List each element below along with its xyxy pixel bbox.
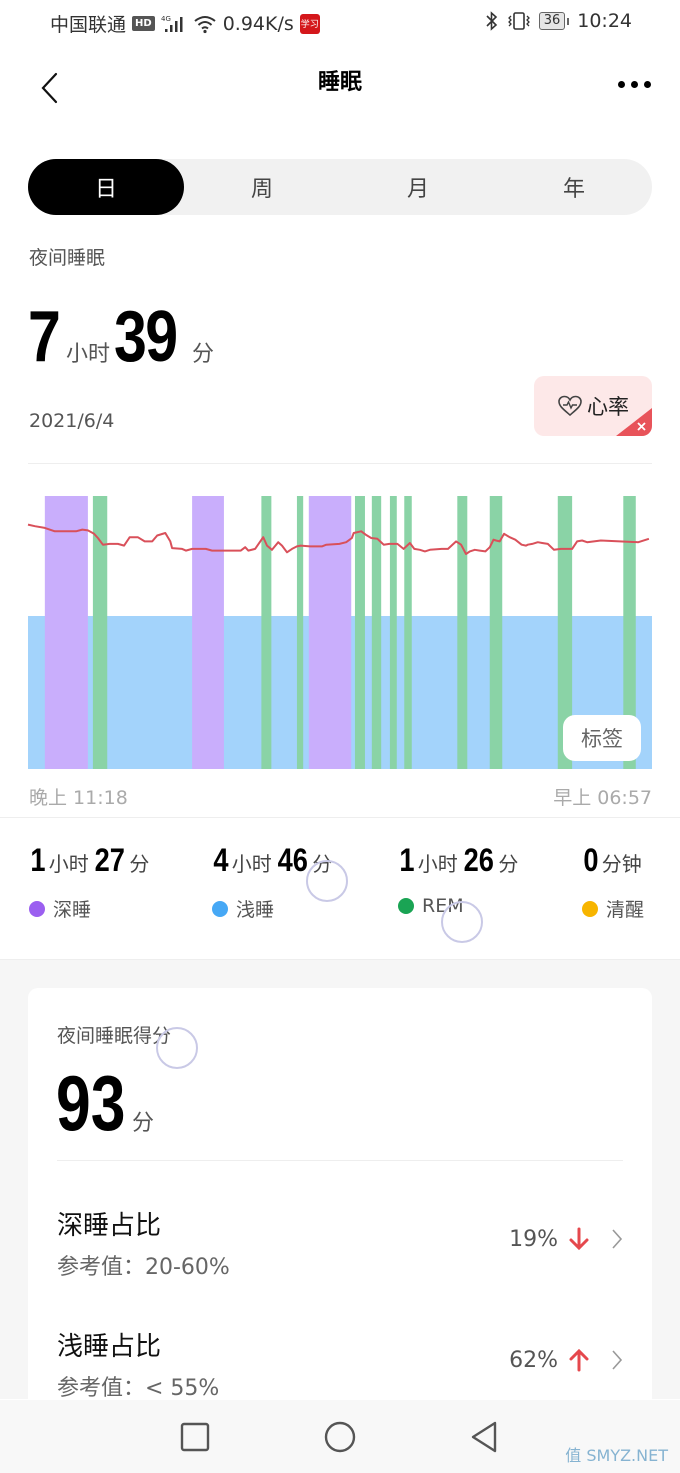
watermark: 值 SMYZ.NET <box>565 1446 668 1465</box>
night-sleep-label: 夜间睡眠 <box>29 247 106 269</box>
light-sleep-dot <box>212 900 228 917</box>
status-bar: 中国联通 HD 4G 0.94K/s 学习 36 10:24 <box>0 0 680 46</box>
hd-badge: HD <box>132 16 155 31</box>
vibrate-icon <box>507 12 530 30</box>
stat-hours-unit: 小时 <box>231 852 272 876</box>
stat-awake: 0 分钟 清醒 <box>582 842 645 922</box>
sleep-date: 2021/6/4 <box>29 410 115 432</box>
divider <box>57 1160 623 1161</box>
battery-indicator: 36 <box>538 12 569 30</box>
arrow-up-icon <box>569 1348 589 1372</box>
period-tabs: 日 周 月 年 <box>28 159 652 215</box>
sleep-score-card: 夜间睡眠得分 93 分 深睡占比 参考值：20-60% 19% 浅睡占比 参考值… <box>28 988 652 1408</box>
stat-label: 浅睡 <box>236 899 275 921</box>
svg-text:4G: 4G <box>161 15 171 23</box>
heart-pulse-icon <box>558 395 582 417</box>
sleep-duration: 7 小时 39 分 <box>28 296 214 378</box>
chevron-right-icon <box>612 1229 623 1249</box>
recent-apps-button[interactable] <box>178 1420 212 1454</box>
sleep-start-time: 晚上 11:18 <box>29 787 128 809</box>
stat-minutes: 26 <box>463 842 494 878</box>
close-icon[interactable] <box>616 408 652 436</box>
metric-title: 深睡占比 <box>57 1211 162 1241</box>
clock: 10:24 <box>577 10 632 32</box>
stat-minutes-unit: 分 <box>498 852 519 876</box>
divider <box>28 463 652 464</box>
stat-hours-unit: 小时 <box>48 852 89 876</box>
stat-rem: 1 小时 26 分 REM <box>398 842 521 917</box>
stat-hours-unit: 小时 <box>417 852 458 876</box>
metric-row-deep-sleep-ratio[interactable]: 深睡占比 参考值：20-60% 19% <box>28 1205 652 1305</box>
duration-minutes: 39 <box>114 297 178 377</box>
duration-hours-unit: 小时 <box>66 342 111 367</box>
page-title: 睡眠 <box>317 70 362 95</box>
rem-bar <box>296 496 304 769</box>
back-nav-button[interactable] <box>467 1420 501 1454</box>
deep-sleep-bar <box>308 496 352 769</box>
wake-time: 早上 06:57 <box>553 787 652 809</box>
stat-label: 清醒 <box>606 899 645 921</box>
rem-bar <box>389 496 397 769</box>
deep-sleep-bar <box>44 496 88 769</box>
heart-rate-toggle[interactable]: 心率 <box>534 376 652 436</box>
stat-hours: 1 <box>399 842 415 878</box>
metric-title: 浅睡占比 <box>57 1332 162 1362</box>
tag-button[interactable]: 标签 <box>563 715 641 761</box>
app-notification-icon: 学习 <box>299 13 320 34</box>
rem-bar <box>354 496 365 769</box>
more-dots-icon <box>644 80 651 88</box>
stat-minutes-unit: 分 <box>312 852 333 876</box>
duration-minutes-unit: 分 <box>192 342 215 367</box>
more-dots-icon <box>618 80 625 88</box>
stat-minutes: 27 <box>94 842 125 878</box>
carrier-name: 中国联通 <box>50 14 127 36</box>
metric-reference: 参考值：< 55% <box>57 1376 220 1401</box>
metric-reference: 参考值：20-60% <box>57 1255 230 1280</box>
stat-minutes: 46 <box>277 842 308 878</box>
stat-light-sleep: 4 小时 46 分 浅睡 <box>212 842 335 922</box>
duration-hours: 7 <box>28 297 61 377</box>
tab-month[interactable]: 月 <box>340 159 496 215</box>
home-button[interactable] <box>323 1420 357 1454</box>
rem-bar <box>457 496 468 769</box>
rem-bar <box>371 496 382 769</box>
rem-bar <box>92 496 108 769</box>
app-header: 睡眠 <box>0 52 680 112</box>
divider <box>0 817 680 818</box>
tab-week[interactable]: 周 <box>184 159 340 215</box>
rem-dot <box>398 898 414 914</box>
tab-year[interactable]: 年 <box>496 159 652 215</box>
score-value: 93 <box>56 1059 126 1147</box>
stat-deep-sleep: 1 小时 27 分 深睡 <box>29 842 152 922</box>
stat-minutes: 0 <box>583 842 599 878</box>
metric-value: 19% <box>509 1227 558 1252</box>
bluetooth-icon <box>486 11 497 31</box>
signal-icon: 4G <box>161 15 183 32</box>
more-dots-icon <box>631 80 638 88</box>
rem-bar <box>489 496 503 769</box>
score-label: 夜间睡眠得分 <box>57 1025 172 1047</box>
awake-dot <box>582 900 598 917</box>
tab-day[interactable]: 日 <box>28 159 184 215</box>
stat-minutes-unit: 分钟 <box>601 852 642 876</box>
deep-sleep-dot <box>29 900 45 917</box>
stat-label: 深睡 <box>53 899 92 921</box>
metric-value: 62% <box>509 1348 558 1373</box>
more-options-button[interactable] <box>618 74 660 94</box>
rem-bar <box>404 496 412 769</box>
app-badge-text: 学习 <box>300 20 319 30</box>
score-unit: 分 <box>132 1111 155 1136</box>
stat-hours: 1 <box>30 842 46 878</box>
chevron-right-icon <box>612 1350 623 1370</box>
stat-minutes-unit: 分 <box>129 852 150 876</box>
arrow-down-icon <box>569 1227 589 1251</box>
network-speed: 0.94K/s <box>222 12 294 35</box>
stat-hours: 4 <box>213 842 229 878</box>
wifi-icon <box>194 15 216 33</box>
deep-sleep-bar <box>192 496 224 769</box>
stat-label: REM <box>422 895 464 917</box>
